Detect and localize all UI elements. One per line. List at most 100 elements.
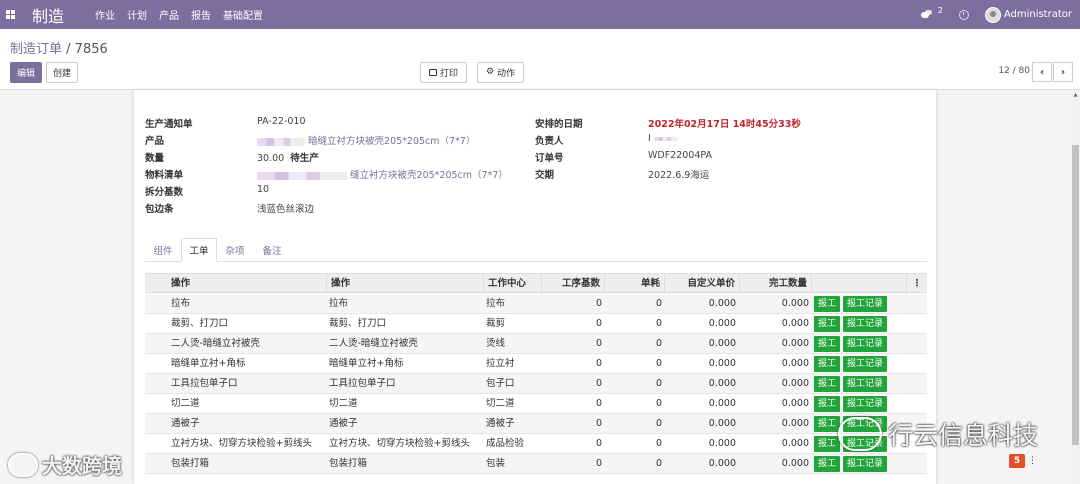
pager-value[interactable]: 12 / 80	[998, 66, 1030, 76]
tab-notes[interactable]: 备注	[255, 238, 289, 262]
scroll-up-icon[interactable]: ▲	[1072, 92, 1079, 98]
column-header-unit[interactable]: 单耗	[605, 274, 665, 293]
cell-operation: 暗缝单立衬+角标	[171, 358, 246, 369]
tab-components[interactable]: 组件	[145, 238, 181, 262]
cell-done-qty: 0.000	[781, 438, 809, 449]
edit-button[interactable]: 编辑	[10, 62, 42, 83]
cell-done-qty: 0.000	[781, 338, 809, 349]
column-header-operation[interactable]: 操作	[145, 274, 327, 293]
responsible-name: I	[648, 133, 651, 144]
table-row[interactable]: 拉布 拉布 拉布 0 0 0.000 0.000 报工 报工记录	[145, 294, 927, 314]
report-record-button[interactable]: 报工记录	[843, 296, 887, 312]
chat-count-badge: 2	[937, 6, 943, 15]
report-button[interactable]: 报工	[814, 436, 840, 452]
field-value-bom[interactable]: 缝立衬方块被壳205*205cm（7*7）	[257, 167, 508, 181]
next-record-button[interactable]: ›	[1053, 62, 1073, 82]
field-value-product[interactable]: 暗缝立衬方块被壳205*205cm（7*7）	[257, 133, 475, 147]
print-button-label: 打印	[439, 69, 458, 79]
report-button[interactable]: 报工	[814, 296, 840, 312]
quantity-status: 待生产	[290, 153, 319, 164]
cell-operation: 裁剪、打刀口	[171, 318, 229, 329]
cell-done-qty: 0.000	[781, 298, 809, 309]
menu-item-reports[interactable]: 报告	[191, 7, 211, 22]
cell-done-qty: 0.000	[781, 378, 809, 389]
cell-operation-2: 立衬方块、切穿方块检验+剪线头	[329, 438, 470, 449]
column-header-done-qty[interactable]: 完工数量	[740, 274, 812, 293]
report-record-button[interactable]: 报工记录	[843, 336, 887, 352]
field-value-quantity: 30.00 待生产	[257, 150, 319, 164]
watermark-left-text: 大数跨境	[42, 454, 122, 478]
cell-price: 0.000	[708, 418, 736, 429]
field-label-delivery: 交期	[535, 170, 555, 181]
field-label-notice: 生产通知单	[145, 119, 193, 130]
table-row[interactable]: 暗缝单立衬+角标 暗缝单立衬+角标 拉立衬 0 0 0.000 0.000 报工 报工记录	[145, 354, 927, 374]
menu-item-configuration[interactable]: 基础配置	[223, 7, 263, 22]
notebook-tabs: 组件 工单 杂项 备注	[145, 238, 927, 262]
tab-workorders[interactable]: 工单	[181, 238, 217, 262]
tab-misc[interactable]: 杂项	[219, 238, 251, 262]
cell-operation: 包装打箱	[171, 458, 210, 469]
report-button[interactable]: 报工	[814, 316, 840, 332]
redacted-mask	[257, 171, 347, 180]
breadcrumb-parent[interactable]: 制造订单	[10, 42, 62, 57]
report-button[interactable]: 报工	[814, 396, 840, 412]
cell-base: 0	[595, 338, 602, 349]
report-button[interactable]: 报工	[814, 336, 840, 352]
report-record-button[interactable]: 报工记录	[843, 376, 887, 392]
create-button[interactable]: 创建	[46, 62, 78, 83]
cell-operation: 拉布	[171, 298, 191, 309]
user-menu[interactable]: Administrator	[984, 6, 1072, 23]
chat-icon[interactable]	[920, 9, 935, 20]
cell-unit: 0	[655, 418, 662, 429]
report-button[interactable]: 报工	[814, 376, 840, 392]
app-brand[interactable]: 制造	[32, 3, 64, 27]
redacted-mask	[653, 136, 678, 141]
action-button[interactable]: ⚙ 动作	[477, 62, 524, 83]
column-header-operation-2[interactable]: 操作	[327, 274, 484, 293]
report-record-button[interactable]: 报工记录	[843, 456, 887, 472]
column-options-icon[interactable]: ⋮	[907, 274, 927, 293]
watermark-right-text: 行云信息科技	[888, 421, 1039, 450]
table-row[interactable]: 裁剪、打刀口 裁剪、打刀口 裁剪 0 0 0.000 0.000 报工 报工记录	[145, 314, 927, 334]
report-button[interactable]: 报工	[814, 416, 840, 432]
table-row[interactable]: 工具拉包单子口 工具拉包单子口 包子口 0 0 0.000 0.000 报工 报工记录	[145, 374, 927, 394]
report-record-button[interactable]: 报工记录	[843, 396, 887, 412]
field-label-quantity: 数量	[145, 153, 165, 164]
scrollbar-thumb[interactable]	[1072, 145, 1079, 445]
menu-item-products[interactable]: 产品	[159, 7, 179, 22]
table-row[interactable]: 切二道 切二道 切二道 0 0 0.000 0.000 报工 报工记录	[145, 394, 927, 414]
breadcrumb-current: 7856	[74, 42, 108, 57]
cell-unit: 0	[655, 358, 662, 369]
apps-grid-icon[interactable]	[6, 10, 15, 19]
column-header-base[interactable]: 工序基数	[542, 274, 605, 293]
table-row[interactable]: 二人烫-暗缝立衬被壳 二人烫-暗缝立衬被壳 烫线 0 0 0.000 0.000 报工 报工记录	[145, 334, 927, 354]
report-record-button[interactable]: 报工记录	[843, 356, 887, 372]
prev-record-button[interactable]: ‹	[1032, 62, 1052, 82]
breadcrumb-separator: /	[62, 42, 75, 57]
navbar-right: 2 Administrator	[920, 0, 1072, 29]
watermark-logo-icon	[8, 452, 38, 477]
edit-button-label: 编辑	[16, 69, 35, 79]
avatar	[984, 6, 1001, 23]
column-header-workcenter[interactable]: 工作中心	[484, 274, 542, 293]
cell-operation: 二人烫-暗缝立衬被壳	[171, 338, 260, 349]
dots-icon: ⋮	[1028, 456, 1037, 466]
report-button[interactable]: 报工	[814, 456, 840, 472]
report-record-button[interactable]: 报工记录	[843, 316, 887, 332]
cell-operation-2: 工具拉包单子口	[329, 378, 396, 389]
table-row[interactable]: 包装打箱 包装打箱 包装 0 0 0.000 0.000 报工 报工记录	[145, 454, 927, 474]
table-row[interactable]: 立衬方块、切穿方块检验+剪线头 立衬方块、切穿方块检验+剪线头 成品检验 0 0 0.00…	[145, 434, 927, 454]
cell-workcenter: 通被子	[486, 418, 515, 429]
badge-text: 5	[1013, 456, 1021, 466]
print-button[interactable]: 打印	[420, 62, 467, 83]
clock-icon[interactable]	[958, 9, 969, 20]
quantity-value: 30.00	[257, 153, 285, 164]
report-button[interactable]: 报工	[814, 356, 840, 372]
table-row[interactable]: 通被子 通被子 通被子 0 0 0.000 0.000 报工 报工记录	[145, 414, 927, 434]
cell-workcenter: 包子口	[486, 378, 515, 389]
menu-item-operations[interactable]: 作业	[95, 7, 115, 22]
watermark-left: 大数跨境	[8, 450, 122, 479]
action-button-label: 动作	[497, 69, 516, 79]
menu-item-planning[interactable]: 计划	[127, 7, 147, 22]
column-header-price[interactable]: 自定义单价	[665, 274, 740, 293]
